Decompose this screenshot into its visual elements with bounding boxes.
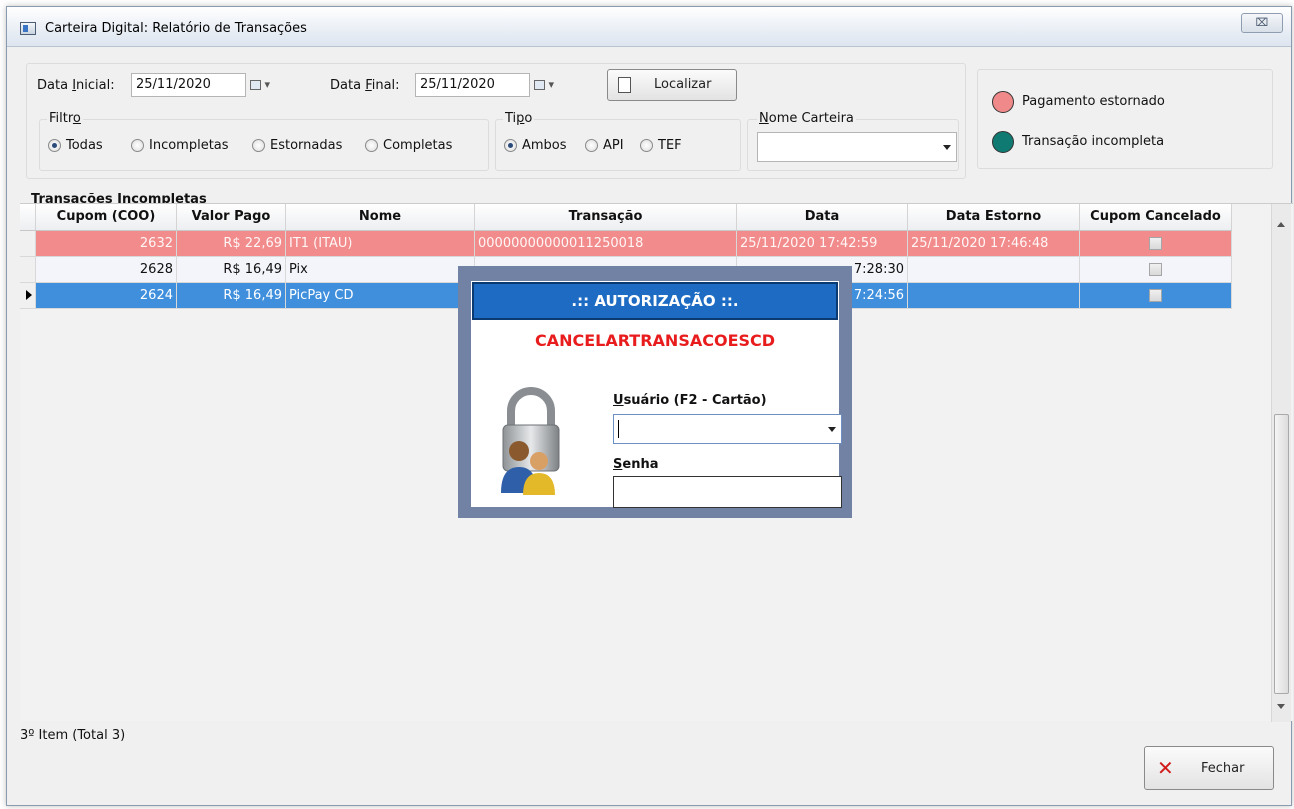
cell-valor[interactable]: R$ 16,49 bbox=[176, 282, 286, 309]
scroll-thumb[interactable] bbox=[1274, 414, 1289, 694]
document-icon bbox=[618, 77, 631, 93]
data-final-input[interactable]: 25/11/2020 bbox=[415, 73, 530, 97]
column-header-data[interactable]: Data bbox=[736, 204, 908, 231]
chevron-down-icon bbox=[828, 427, 836, 432]
usuario-select[interactable] bbox=[613, 414, 842, 444]
tipo-tef-label[interactable]: TEF bbox=[658, 138, 682, 153]
senha-input[interactable] bbox=[613, 476, 842, 508]
status-text: 3º Item (Total 3) bbox=[20, 728, 126, 743]
column-header-valor[interactable]: Valor Pago bbox=[176, 204, 286, 231]
cell-cupom[interactable]: 2632 bbox=[35, 230, 177, 257]
table-row[interactable]: 2632 R$ 22,69 IT1 (ITAU) 000000000000112… bbox=[20, 230, 1232, 257]
text-cursor bbox=[618, 420, 619, 438]
scroll-up-icon[interactable] bbox=[1277, 222, 1285, 227]
column-header-nome[interactable]: Nome bbox=[285, 204, 475, 231]
usuario-label: Usuário (F2 - Cartão) bbox=[613, 393, 767, 408]
legend-estornado-swatch bbox=[992, 91, 1014, 113]
cell-nome[interactable]: IT1 (ITAU) bbox=[285, 230, 475, 257]
cell-data[interactable]: 25/11/2020 17:42:59 bbox=[736, 230, 908, 257]
legend-incompleta-swatch bbox=[992, 131, 1014, 153]
current-row-icon bbox=[26, 290, 32, 300]
fechar-label: Fechar bbox=[1201, 761, 1245, 776]
filtro-estornadas-label[interactable]: Estornadas bbox=[270, 138, 342, 153]
cupom-cancelado-checkbox[interactable] bbox=[1149, 236, 1162, 250]
fechar-button[interactable]: ✕ Fechar bbox=[1144, 746, 1274, 790]
tipo-api-radio[interactable] bbox=[585, 139, 598, 152]
tipo-api-label[interactable]: API bbox=[603, 138, 624, 153]
legend-panel bbox=[977, 69, 1273, 169]
nome-carteira-select[interactable] bbox=[757, 132, 957, 162]
chevron-down-icon bbox=[943, 145, 951, 150]
cupom-cancelado-checkbox[interactable] bbox=[1149, 288, 1162, 302]
tipo-tef-radio[interactable] bbox=[640, 139, 653, 152]
cell-nome[interactable]: PicPay CD bbox=[285, 282, 475, 309]
data-final-calendar-button[interactable]: ▾ bbox=[534, 76, 562, 94]
vertical-scrollbar[interactable] bbox=[1271, 204, 1291, 722]
cell-cancelado[interactable] bbox=[1079, 282, 1232, 309]
data-final-label: Data Final: bbox=[330, 78, 400, 93]
filtro-completas-radio[interactable] bbox=[365, 139, 378, 152]
calendar-icon bbox=[534, 80, 545, 90]
cell-estorno[interactable] bbox=[907, 256, 1080, 283]
dialog-title: .:: AUTORIZAÇÃO ::. bbox=[472, 282, 838, 320]
authorization-dialog: .:: AUTORIZAÇÃO ::. CANCELARTRANSACOESCD… bbox=[458, 266, 852, 518]
filtro-completas-label[interactable]: Completas bbox=[383, 138, 452, 153]
authorization-dialog-body: .:: AUTORIZAÇÃO ::. CANCELARTRANSACOESCD… bbox=[471, 281, 842, 508]
cell-estorno[interactable] bbox=[907, 282, 1080, 309]
filtro-incompletas-label[interactable]: Incompletas bbox=[149, 138, 229, 153]
data-inicial-label: Data Inicial: bbox=[37, 78, 115, 93]
window-title: Carteira Digital: Relatório de Transaçõe… bbox=[45, 21, 307, 36]
legend-estornado-label: Pagamento estornado bbox=[1022, 94, 1165, 109]
cell-estorno[interactable]: 25/11/2020 17:46:48 bbox=[907, 230, 1080, 257]
localizar-label: Localizar bbox=[654, 77, 712, 92]
cell-cancelado[interactable] bbox=[1079, 256, 1232, 283]
scroll-down-icon[interactable] bbox=[1277, 704, 1285, 709]
close-x-icon: ✕ bbox=[1157, 756, 1174, 780]
cell-cupom[interactable]: 2624 bbox=[35, 282, 177, 309]
calendar-icon bbox=[250, 80, 261, 90]
cell-transacao[interactable]: 00000000000011250018 bbox=[474, 230, 737, 257]
title-bar: Carteira Digital: Relatório de Transaçõe… bbox=[7, 7, 1291, 47]
row-indicator bbox=[20, 230, 36, 257]
filtro-estornadas-radio[interactable] bbox=[252, 139, 265, 152]
column-header-estorno[interactable]: Data Estorno bbox=[907, 204, 1080, 231]
column-header-cupom[interactable]: Cupom (COO) bbox=[35, 204, 177, 231]
nome-carteira-label: Nome Carteira bbox=[757, 111, 856, 126]
filtro-incompletas-radio[interactable] bbox=[131, 139, 144, 152]
column-header-transacao[interactable]: Transação bbox=[474, 204, 737, 231]
legend-incompleta-label: Transação incompleta bbox=[1022, 134, 1165, 149]
tipo-ambos-label[interactable]: Ambos bbox=[522, 138, 567, 153]
data-inicial-input[interactable]: 25/11/2020 bbox=[131, 73, 246, 97]
column-header-cancelado[interactable]: Cupom Cancelado bbox=[1079, 204, 1232, 231]
close-button[interactable]: ⌧ bbox=[1241, 13, 1283, 33]
row-indicator bbox=[20, 256, 36, 283]
filtro-label: Filtro bbox=[47, 111, 83, 126]
filtro-todas-radio[interactable] bbox=[48, 139, 61, 152]
localizar-button[interactable]: Localizar bbox=[607, 69, 737, 101]
cell-valor[interactable]: R$ 22,69 bbox=[176, 230, 286, 257]
row-indicator bbox=[20, 282, 36, 309]
lock-users-icon bbox=[501, 387, 560, 495]
app-icon bbox=[20, 22, 36, 35]
cell-cupom[interactable]: 2628 bbox=[35, 256, 177, 283]
senha-label: Senha bbox=[613, 457, 659, 472]
row-indicator-header bbox=[20, 204, 36, 231]
data-inicial-calendar-button[interactable]: ▾ bbox=[250, 76, 278, 94]
cell-nome[interactable]: Pix bbox=[285, 256, 475, 283]
cupom-cancelado-checkbox[interactable] bbox=[1149, 262, 1162, 276]
dialog-permission-code: CANCELARTRANSACOESCD bbox=[534, 331, 776, 350]
cell-cancelado[interactable] bbox=[1079, 230, 1232, 257]
cell-valor[interactable]: R$ 16,49 bbox=[176, 256, 286, 283]
filtro-todas-label[interactable]: Todas bbox=[66, 138, 103, 153]
tipo-label: Tipo bbox=[503, 111, 535, 126]
tipo-ambos-radio[interactable] bbox=[504, 139, 517, 152]
